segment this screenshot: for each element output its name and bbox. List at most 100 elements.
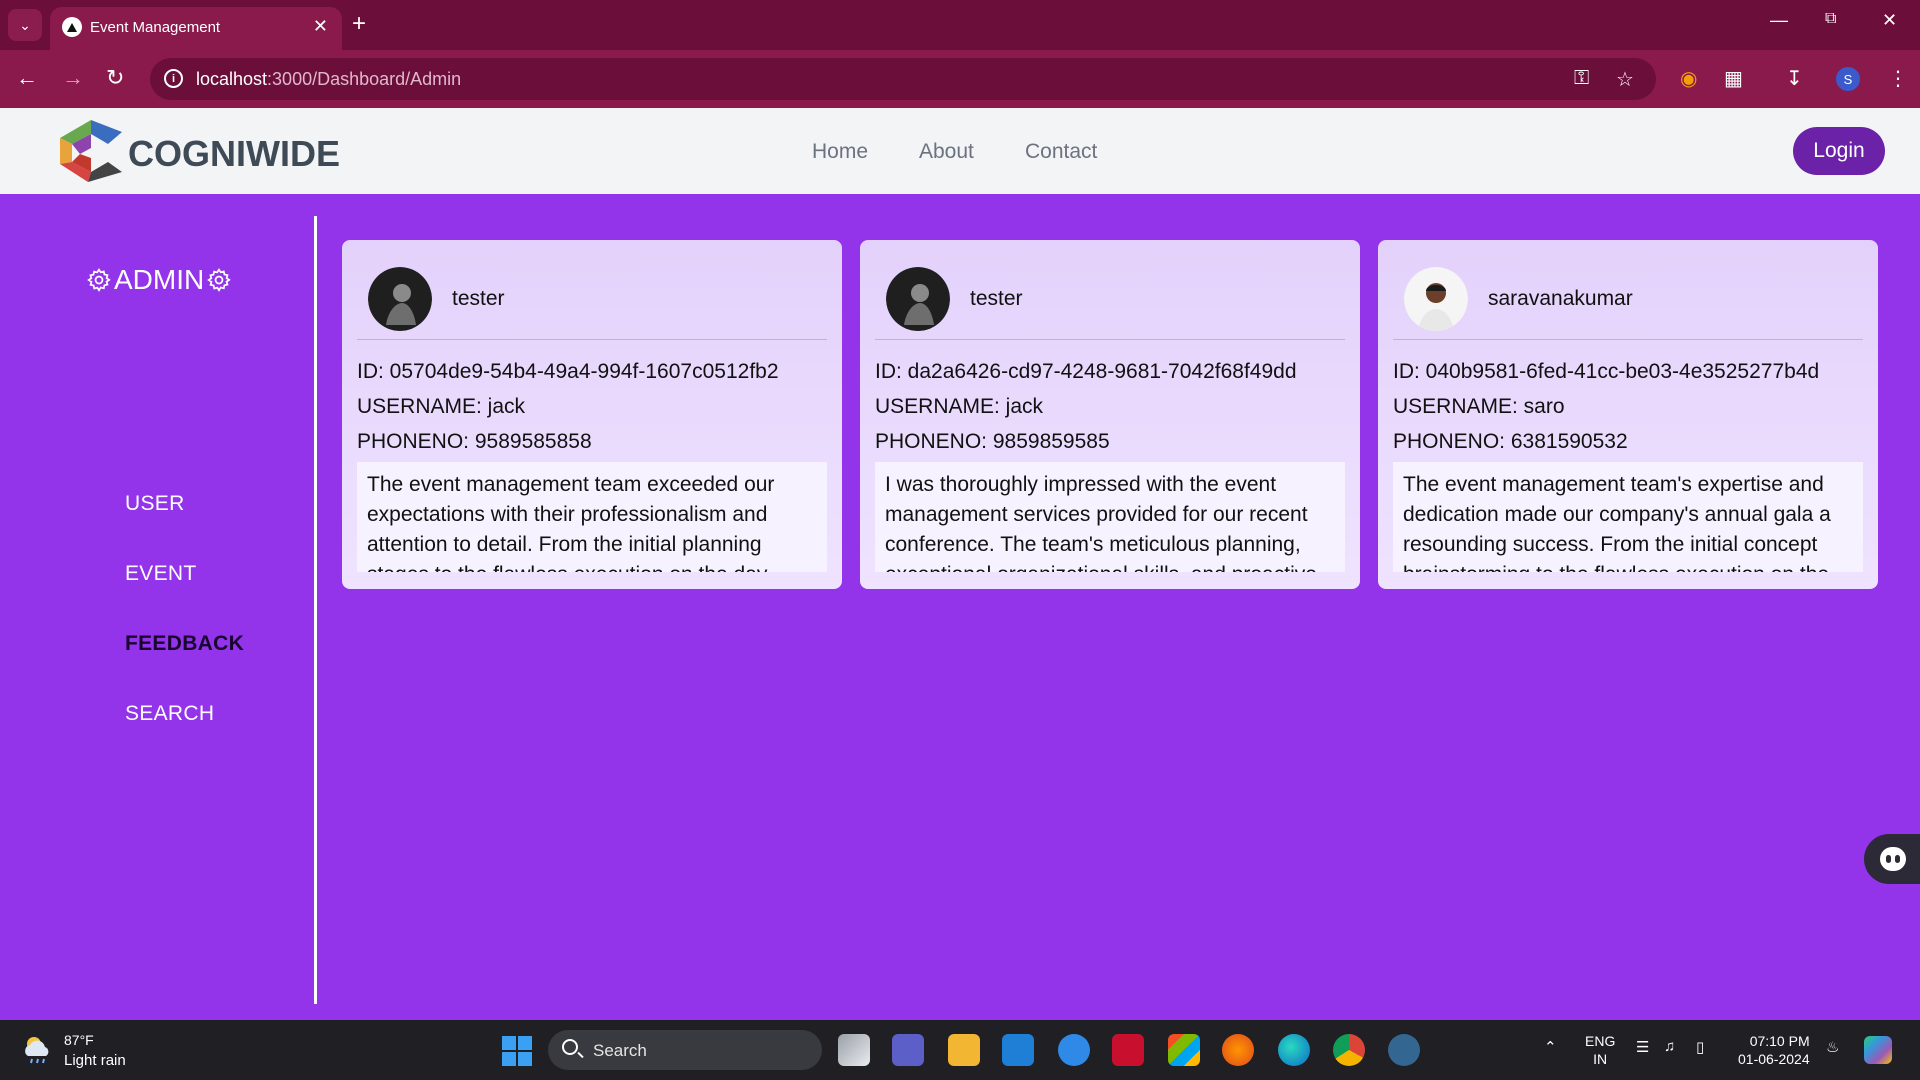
chrome-icon[interactable] bbox=[1333, 1034, 1365, 1066]
nav-home-link[interactable]: Home bbox=[812, 140, 868, 164]
system-clock[interactable]: 07:10 PM 01-06-2024 bbox=[1738, 1032, 1810, 1068]
site-header: COGNIWIDE Home About Contact Login bbox=[0, 108, 1920, 194]
feedback-card: tester ID: da2a6426-cd97-4248-9681-7042f… bbox=[860, 240, 1360, 589]
admin-title-text: ADMIN bbox=[114, 264, 205, 295]
region-code: IN bbox=[1593, 1051, 1608, 1067]
tab-title: Event Management bbox=[90, 19, 221, 36]
card-divider bbox=[1393, 339, 1863, 340]
user-username: USERNAME: jack bbox=[875, 395, 1044, 418]
sidebar-item-feedback[interactable]: FEEDBACK bbox=[125, 632, 244, 656]
tab-search-button[interactable]: ⌄ bbox=[8, 9, 42, 41]
reload-icon[interactable]: ↻ bbox=[106, 66, 124, 90]
login-button[interactable]: Login bbox=[1793, 127, 1885, 175]
url-host: localhost bbox=[196, 69, 268, 89]
bot-face-icon bbox=[1880, 847, 1906, 871]
user-name: tester bbox=[452, 287, 505, 310]
chat-assistant-button[interactable] bbox=[1864, 834, 1920, 884]
user-avatar bbox=[1404, 267, 1468, 331]
more-menu-icon[interactable]: ⋮ bbox=[1888, 66, 1908, 91]
taskbar-search-label: Search bbox=[593, 1041, 647, 1060]
mcafee-icon[interactable] bbox=[1112, 1034, 1144, 1066]
url-text[interactable]: localhost:3000/Dashboard/Admin bbox=[196, 69, 461, 90]
sidebar-item-event[interactable]: EVENT bbox=[125, 562, 197, 586]
browser-toolbar: ← → ↻ i localhost:3000/Dashboard/Admin ⚿… bbox=[0, 50, 1920, 108]
feedback-text: The event management team exceeded our e… bbox=[357, 462, 827, 572]
sidebar-divider bbox=[314, 216, 317, 1004]
url-path: :3000/Dashboard/Admin bbox=[267, 69, 462, 89]
user-id: ID: 05704de9-54b4-49a4-994f-1607c0512fb2 bbox=[357, 360, 779, 383]
teams-icon[interactable] bbox=[892, 1034, 924, 1066]
user-phone: PHONENO: 9589585858 bbox=[357, 430, 592, 453]
admin-title: ADMIN bbox=[86, 264, 232, 296]
bookmark-star-icon[interactable]: ☆ bbox=[1616, 67, 1634, 92]
clock-time: 07:10 PM bbox=[1749, 1033, 1810, 1049]
battery-icon[interactable]: ▯ bbox=[1696, 1038, 1704, 1056]
weather-temperature[interactable]: 87°F bbox=[64, 1032, 94, 1048]
password-key-icon[interactable]: ⚿ bbox=[1574, 67, 1589, 90]
cogniwide-logo bbox=[60, 120, 122, 182]
user-id: ID: 040b9581-6fed-41cc-be03-4e3525277b4d bbox=[1393, 360, 1820, 383]
tab-favicon-icon bbox=[62, 17, 82, 37]
profile-avatar[interactable]: S bbox=[1836, 67, 1860, 91]
card-divider bbox=[357, 339, 827, 340]
wifi-icon[interactable]: ☰ bbox=[1636, 1038, 1649, 1056]
notification-bell-icon[interactable]: ♨ bbox=[1826, 1038, 1839, 1056]
show-hidden-icons-chevron-icon[interactable]: ⌃ bbox=[1544, 1038, 1557, 1056]
language-indicator[interactable]: ENG IN bbox=[1585, 1032, 1615, 1068]
file-explorer-icon[interactable] bbox=[948, 1034, 980, 1066]
feedback-card: saravanakumar ID: 040b9581-6fed-41cc-be0… bbox=[1378, 240, 1878, 589]
user-username: USERNAME: saro bbox=[1393, 395, 1565, 418]
taskbar-search[interactable]: Search bbox=[548, 1030, 822, 1070]
gear-icon bbox=[207, 268, 231, 292]
feedback-text: The event management team's expertise an… bbox=[1393, 462, 1863, 572]
windows-taskbar: 87°F Light rain Search ⌃ ENG IN ☰ ♫ ▯ 07… bbox=[0, 1020, 1920, 1080]
brand-name: COGNIWIDE bbox=[128, 133, 340, 174]
rain-cloud-icon[interactable] bbox=[22, 1034, 56, 1064]
user-phone: PHONENO: 6381590532 bbox=[1393, 430, 1628, 453]
user-avatar bbox=[886, 267, 950, 331]
browser-tab-active[interactable]: Event Management ✕ bbox=[50, 7, 342, 50]
user-name: saravanakumar bbox=[1488, 287, 1633, 310]
extensions-puzzle-icon[interactable]: ▦ bbox=[1724, 66, 1743, 91]
new-tab-button[interactable]: + bbox=[352, 10, 366, 38]
user-username: USERNAME: jack bbox=[357, 395, 526, 418]
feedback-text: I was thoroughly impressed with the even… bbox=[875, 462, 1345, 572]
user-id: ID: da2a6426-cd97-4248-9681-7042f68f49dd bbox=[875, 360, 1297, 383]
gear-icon bbox=[87, 268, 111, 292]
browser-tab-bar: ⌄ Event Management ✕ + — ⧉ ✕ bbox=[0, 0, 1920, 50]
microsoft-store-icon[interactable] bbox=[1168, 1034, 1200, 1066]
nav-contact-link[interactable]: Contact bbox=[1025, 140, 1097, 164]
restore-window-icon[interactable]: ⧉ bbox=[1825, 10, 1836, 28]
volume-icon[interactable]: ♫ bbox=[1664, 1038, 1675, 1055]
sidebar-item-search[interactable]: SEARCH bbox=[125, 702, 214, 726]
site-info-icon[interactable]: i bbox=[164, 69, 183, 88]
back-arrow-icon[interactable]: ← bbox=[16, 66, 38, 90]
edge-icon[interactable] bbox=[1278, 1034, 1310, 1066]
clock-date: 01-06-2024 bbox=[1738, 1051, 1810, 1067]
search-icon bbox=[562, 1039, 578, 1055]
user-phone: PHONENO: 9859859585 bbox=[875, 430, 1110, 453]
copilot-icon[interactable] bbox=[1864, 1036, 1892, 1064]
forward-arrow-icon[interactable]: → bbox=[62, 66, 84, 90]
minimize-window-icon[interactable]: — bbox=[1770, 10, 1788, 31]
chevron-down-icon: ⌄ bbox=[19, 16, 31, 33]
address-bar[interactable]: i localhost:3000/Dashboard/Admin ⚿ ☆ bbox=[150, 58, 1656, 100]
windows-start-icon[interactable] bbox=[502, 1036, 532, 1066]
firefox-icon[interactable] bbox=[1222, 1034, 1254, 1066]
metamask-extension-icon[interactable]: ◉ bbox=[1680, 66, 1697, 91]
postgresql-icon[interactable] bbox=[1388, 1034, 1420, 1066]
myhp-icon[interactable] bbox=[1002, 1034, 1034, 1066]
card-divider bbox=[875, 339, 1345, 340]
task-view-icon[interactable] bbox=[838, 1034, 870, 1066]
nav-about-link[interactable]: About bbox=[919, 140, 974, 164]
sidebar-item-user[interactable]: USER bbox=[125, 492, 185, 516]
get-help-icon[interactable] bbox=[1058, 1034, 1090, 1066]
download-icon[interactable]: ↧ bbox=[1786, 66, 1803, 91]
user-name: tester bbox=[970, 287, 1023, 310]
user-avatar bbox=[368, 267, 432, 331]
language-code: ENG bbox=[1585, 1033, 1616, 1049]
feedback-card: tester ID: 05704de9-54b4-49a4-994f-1607c… bbox=[342, 240, 842, 589]
close-tab-icon[interactable]: ✕ bbox=[313, 16, 328, 37]
close-window-icon[interactable]: ✕ bbox=[1882, 10, 1897, 31]
weather-condition[interactable]: Light rain bbox=[64, 1052, 126, 1069]
